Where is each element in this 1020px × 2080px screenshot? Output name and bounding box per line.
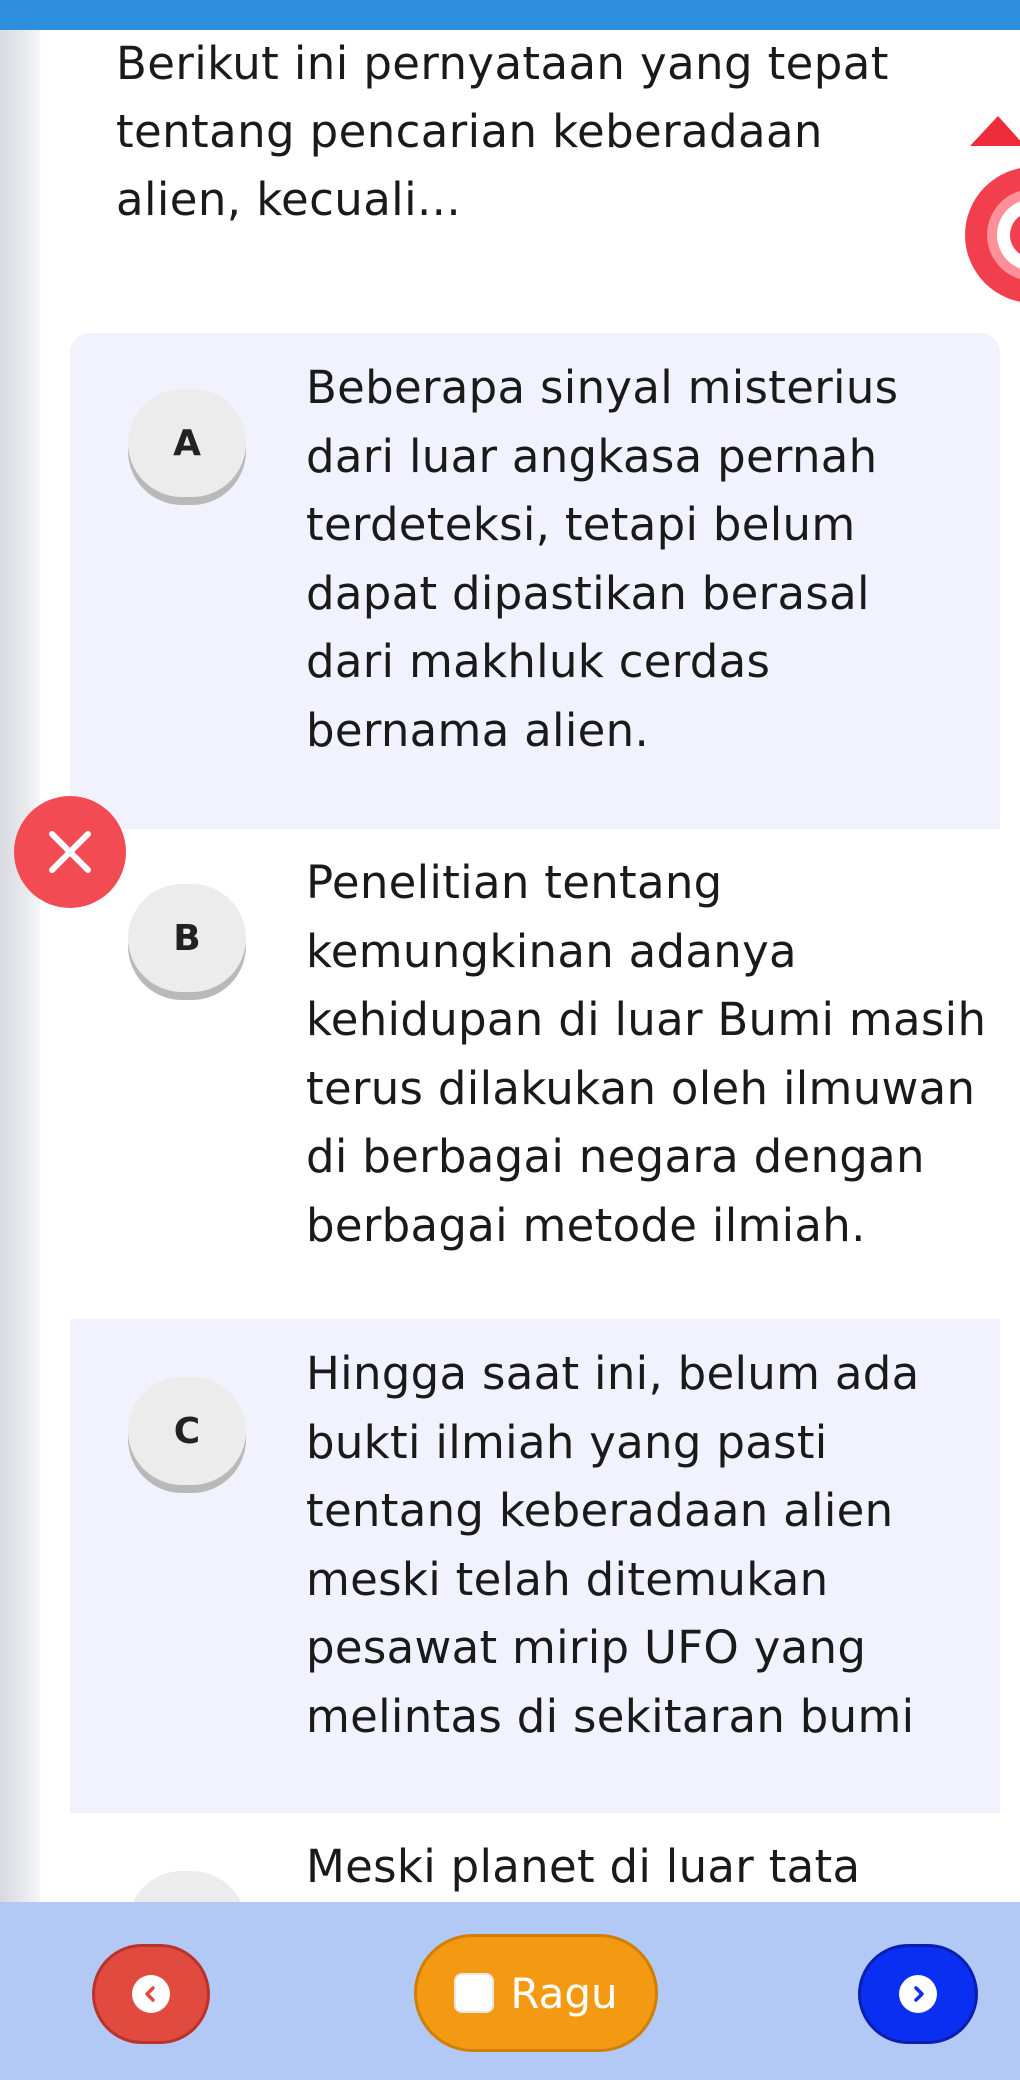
- option-line: terus dilakukan oleh ilmuwan: [306, 1061, 976, 1115]
- option-line: meski telah ditemukan: [306, 1552, 829, 1606]
- option-text: Hingga saat ini, belum ada bukti ilmiah …: [306, 1340, 996, 1751]
- checkbox-icon[interactable]: [454, 1973, 495, 2013]
- question-line: Berikut ini pernyataan yang tepat: [116, 37, 889, 90]
- option-line: melintas di sekitaran bumi: [306, 1689, 915, 1743]
- chevron-right-icon: [899, 1975, 937, 2013]
- option-text: Penelitian tentang kemungkinan adanya ke…: [306, 849, 996, 1260]
- option-line: berbagai metode ilmiah.: [306, 1198, 866, 1252]
- option-letter-badge: D: [128, 1871, 246, 1902]
- option-line: kehidupan di luar Bumi masih: [306, 993, 987, 1046]
- option-letter-badge: C: [128, 1377, 246, 1485]
- option-c[interactable]: C Hingga saat ini, belum ada bukti ilmia…: [70, 1319, 1000, 1813]
- question-text: Berikut ini pernyataan yang tepat tentan…: [116, 30, 946, 234]
- timer-icon: [965, 116, 1020, 302]
- option-line: pesawat mirip UFO yang: [306, 1621, 867, 1674]
- option-line: dari luar angkasa pernah: [306, 429, 878, 483]
- option-letter-badge: A: [128, 389, 246, 497]
- question-line: alien, kecuali...: [116, 173, 462, 226]
- option-line: dari makhluk cerdas: [306, 635, 771, 688]
- ragu-button[interactable]: Ragu: [414, 1934, 658, 2052]
- option-a[interactable]: A Beberapa sinyal misterius dari luar an…: [70, 333, 1000, 829]
- option-line: bukti ilmiah yang pasti: [306, 1415, 828, 1469]
- option-text: Beberapa sinyal misterius dari luar angk…: [306, 354, 996, 765]
- bottom-nav-bar: Ragu: [0, 1902, 1020, 2080]
- top-bar: [0, 0, 1020, 30]
- option-line: bernama alien.: [306, 703, 650, 757]
- option-line: terdeteksi, tetapi belum: [306, 498, 856, 551]
- option-line: Hingga saat ini, belum ada: [306, 1347, 920, 1400]
- chevron-left-icon: [132, 1975, 170, 2013]
- left-rail: [0, 30, 40, 1902]
- close-icon: [49, 831, 91, 873]
- option-b[interactable]: B Penelitian tentang kemungkinan adanya …: [70, 829, 1000, 1319]
- option-line: Penelitian tentang: [306, 856, 723, 909]
- ragu-label: Ragu: [510, 1968, 618, 2018]
- question-line: tentang pencarian keberadaan: [116, 105, 823, 158]
- option-line: Beberapa sinyal misterius: [306, 361, 899, 414]
- option-line: dapat dipastikan berasal: [306, 566, 870, 620]
- next-button[interactable]: [858, 1944, 978, 2044]
- option-letter-badge: B: [128, 884, 246, 992]
- previous-button[interactable]: [92, 1944, 210, 2044]
- option-d[interactable]: D Meski planet di luar tata: [70, 1813, 1000, 1902]
- option-line: kemungkinan adanya: [306, 924, 797, 978]
- option-text: Meski planet di luar tata: [306, 1833, 996, 1902]
- option-line: tentang keberadaan alien: [306, 1484, 894, 1537]
- option-line: di berbagai negara dengan: [306, 1130, 925, 1183]
- option-line: Meski planet di luar tata: [306, 1840, 861, 1893]
- wrong-answer-mark: [14, 796, 126, 908]
- question-panel: Berikut ini pernyataan yang tepat tentan…: [40, 30, 1020, 1902]
